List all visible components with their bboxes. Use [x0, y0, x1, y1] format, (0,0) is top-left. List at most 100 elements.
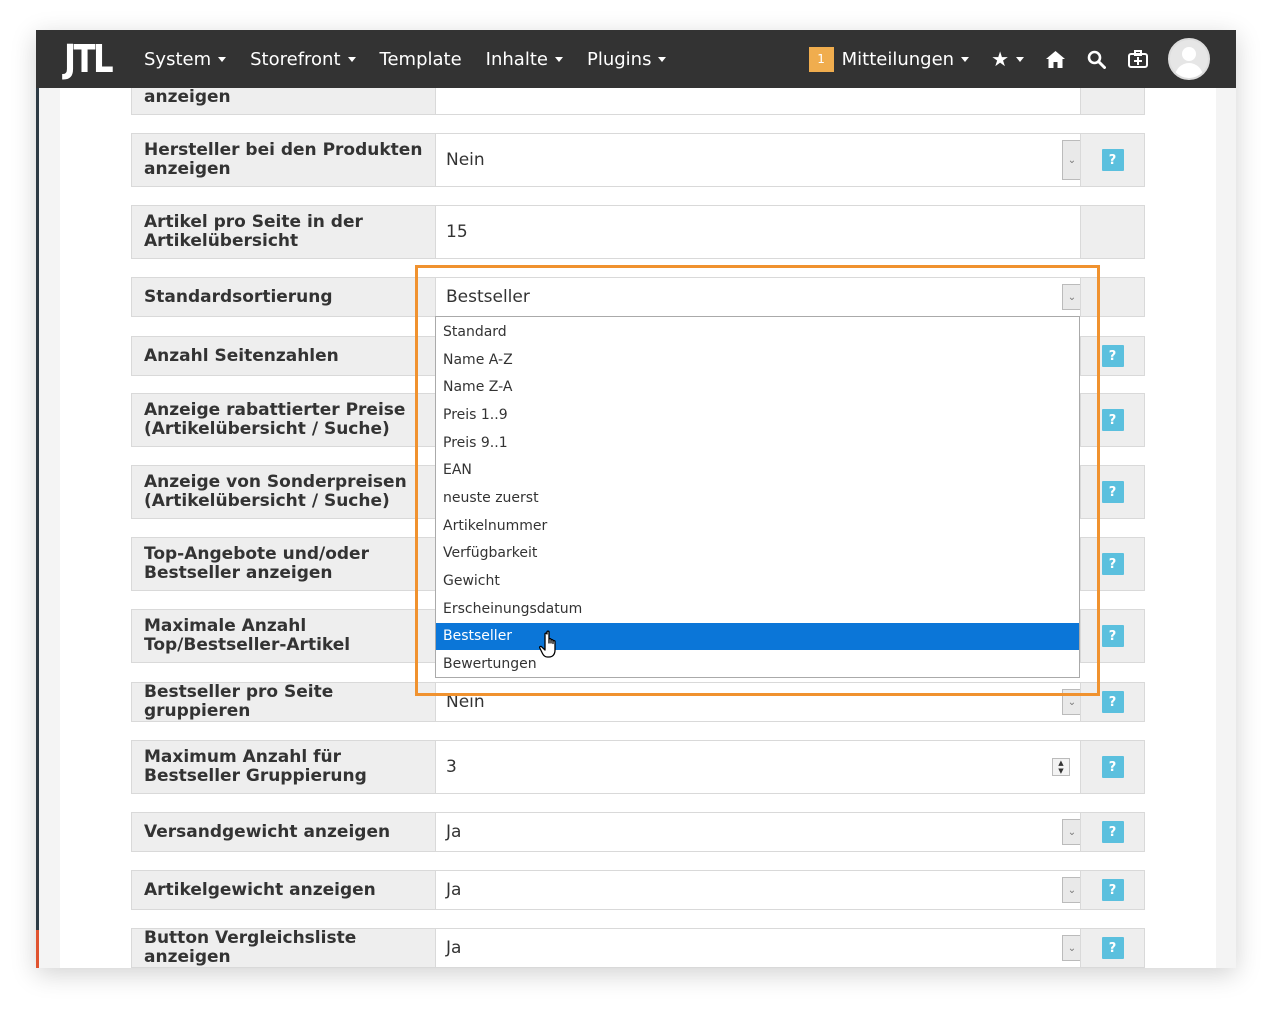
star-icon: ★: [991, 47, 1009, 71]
setting-label: Anzeige von Sonderpreisen (Artikelübersi…: [132, 466, 436, 518]
caret-down-icon: [1016, 56, 1024, 62]
help-button[interactable]: ?: [1101, 625, 1124, 647]
help-cell: [1080, 278, 1144, 316]
favorites-menu[interactable]: ★: [991, 47, 1024, 71]
setting-row-versandgewicht: Versandgewicht anzeigen Ja ⌄ ?: [131, 812, 1145, 852]
dropdown-option[interactable]: Gewicht: [436, 567, 1079, 595]
help-cell: ?: [1080, 929, 1144, 967]
chevron-down-icon[interactable]: ⌄: [1062, 935, 1082, 961]
help-button[interactable]: ?: [1101, 937, 1124, 959]
chevron-down-icon[interactable]: ⌄: [1062, 284, 1082, 310]
caret-down-icon: [658, 56, 667, 62]
setting-row-artikel-pro-seite: Artikel pro Seite in der Artikelübersich…: [131, 205, 1145, 259]
help-button[interactable]: ?: [1101, 149, 1124, 171]
setting-label: Anzeige rabattierter Preise (Artikelüber…: [132, 394, 436, 446]
help-cell: ?: [1080, 337, 1144, 375]
help-button[interactable]: ?: [1101, 481, 1124, 503]
dropdown-option[interactable]: Name A-Z: [436, 346, 1079, 374]
select-hersteller[interactable]: Nein ⌄: [436, 134, 1082, 186]
dropdown-option[interactable]: neuste zuerst: [436, 484, 1079, 512]
dropdown-option-selected[interactable]: Bestseller: [436, 622, 1079, 651]
input-max-bestseller-gruppierung[interactable]: 3 ▲ ▼: [436, 741, 1082, 793]
help-button[interactable]: ?: [1101, 756, 1124, 778]
number-spinner[interactable]: ▲ ▼: [1052, 758, 1070, 776]
chevron-down-icon[interactable]: ⌄: [1062, 689, 1082, 715]
messages-menu[interactable]: 1 Mitteilungen: [808, 46, 970, 72]
nav-plugins-label: Plugins: [586, 48, 652, 70]
help-cell: ?: [1080, 538, 1144, 590]
help-cell: ?: [1080, 466, 1144, 518]
browser-window: JTL System Storefront Template Inhalte P…: [36, 30, 1236, 968]
dropdown-option[interactable]: Erscheinungsdatum: [436, 595, 1079, 623]
setting-row-artikelgewicht: Artikelgewicht anzeigen Ja ⌄ ?: [131, 870, 1145, 910]
dropdown-option[interactable]: EAN: [436, 456, 1079, 484]
dropdown-option[interactable]: Bewertungen: [436, 650, 1079, 678]
help-cell: ?: [1080, 871, 1144, 909]
home-button[interactable]: [1046, 50, 1065, 68]
dropdown-option[interactable]: Verfügbarkeit: [436, 540, 1079, 568]
search-icon: [1087, 50, 1106, 69]
help-button[interactable]: ?: [1101, 345, 1124, 367]
messages-badge: 1: [808, 46, 834, 72]
medkit-icon: [1128, 50, 1148, 68]
setting-row-hersteller: Hersteller bei den Produkten anzeigen Ne…: [131, 133, 1145, 187]
home-icon: [1046, 50, 1065, 68]
select-standardsortierung[interactable]: Bestseller ⌄: [436, 278, 1082, 316]
caret-down-icon: [347, 56, 356, 62]
help-cell: ?: [1080, 610, 1144, 662]
help-button[interactable]: ?: [1101, 691, 1124, 713]
help-cell: ?: [1080, 394, 1144, 446]
messages-label: Mitteilungen: [841, 48, 955, 70]
setting-label: Artikelgewicht anzeigen: [132, 871, 436, 909]
user-avatar[interactable]: [1168, 38, 1210, 80]
dropdown-option[interactable]: Name Z-A: [436, 373, 1079, 401]
left-edge-strip: [36, 30, 39, 968]
nav-plugins[interactable]: Plugins: [586, 48, 667, 70]
dropdown-option[interactable]: Preis 1..9: [436, 401, 1079, 429]
top-navbar: JTL System Storefront Template Inhalte P…: [36, 30, 1236, 88]
input-artikel-pro-seite[interactable]: 15: [436, 206, 1082, 258]
sort-dropdown-list: Standard Name A-Z Name Z-A Preis 1..9 Pr…: [435, 316, 1080, 678]
dropdown-option[interactable]: Standard: [436, 318, 1079, 346]
help-cell: [1080, 206, 1144, 258]
help-cell: ?: [1080, 813, 1144, 851]
help-cell: ?: [1080, 741, 1144, 793]
jtl-logo[interactable]: JTL: [64, 37, 114, 81]
caret-down-icon: [554, 56, 563, 62]
select-bestseller-gruppieren[interactable]: Nein ⌄: [436, 683, 1082, 721]
help-button[interactable]: ?: [1101, 879, 1124, 901]
setting-label: Maximum Anzahl für Bestseller Gruppierun…: [132, 741, 436, 793]
dropdown-option[interactable]: Preis 9..1: [436, 429, 1079, 457]
select-vergleichsliste[interactable]: Ja ⌄: [436, 929, 1082, 967]
caret-down-icon: [218, 56, 227, 62]
select-artikelgewicht[interactable]: Ja ⌄: [436, 871, 1082, 909]
nav-template[interactable]: Template: [380, 49, 462, 70]
setting-label: Versandgewicht anzeigen: [132, 813, 436, 851]
help-cell: ?: [1080, 683, 1144, 721]
setting-label: Artikel pro Seite in der Artikelübersich…: [132, 206, 436, 258]
setting-label: Standardsortierung: [132, 278, 436, 316]
nav-system[interactable]: System: [144, 48, 227, 70]
search-button[interactable]: [1087, 50, 1106, 69]
navbar-right: 1 Mitteilungen ★: [808, 30, 1236, 88]
setting-label: Button Vergleichsliste anzeigen: [132, 929, 436, 967]
nav-template-label: Template: [379, 48, 462, 70]
nav-inhalte[interactable]: Inhalte: [486, 49, 563, 70]
chevron-down-icon[interactable]: ⌄: [1062, 877, 1082, 903]
setting-row-vergleichsliste: Button Vergleichsliste anzeigen Ja ⌄ ?: [131, 928, 1145, 968]
nav-system-label: System: [144, 48, 212, 70]
avatar-head: [1182, 47, 1196, 61]
select-versandgewicht[interactable]: Ja ⌄: [436, 813, 1082, 851]
caret-down-icon: [961, 56, 970, 62]
hand-cursor-icon: [539, 630, 556, 658]
help-button[interactable]: ?: [1101, 821, 1124, 843]
dropdown-option[interactable]: Artikelnummer: [436, 512, 1079, 540]
chevron-down-icon[interactable]: ⌄: [1062, 819, 1082, 845]
chevron-down-icon[interactable]: ⌄: [1062, 140, 1082, 180]
nav-storefront[interactable]: Storefront: [250, 49, 356, 70]
medkit-button[interactable]: [1128, 50, 1148, 68]
setting-row-standardsortierung: Standardsortierung Bestseller ⌄: [131, 277, 1145, 317]
setting-label: Top-Angebote und/oder Bestseller anzeige…: [132, 538, 436, 590]
help-button[interactable]: ?: [1101, 409, 1124, 431]
help-button[interactable]: ?: [1101, 553, 1124, 575]
